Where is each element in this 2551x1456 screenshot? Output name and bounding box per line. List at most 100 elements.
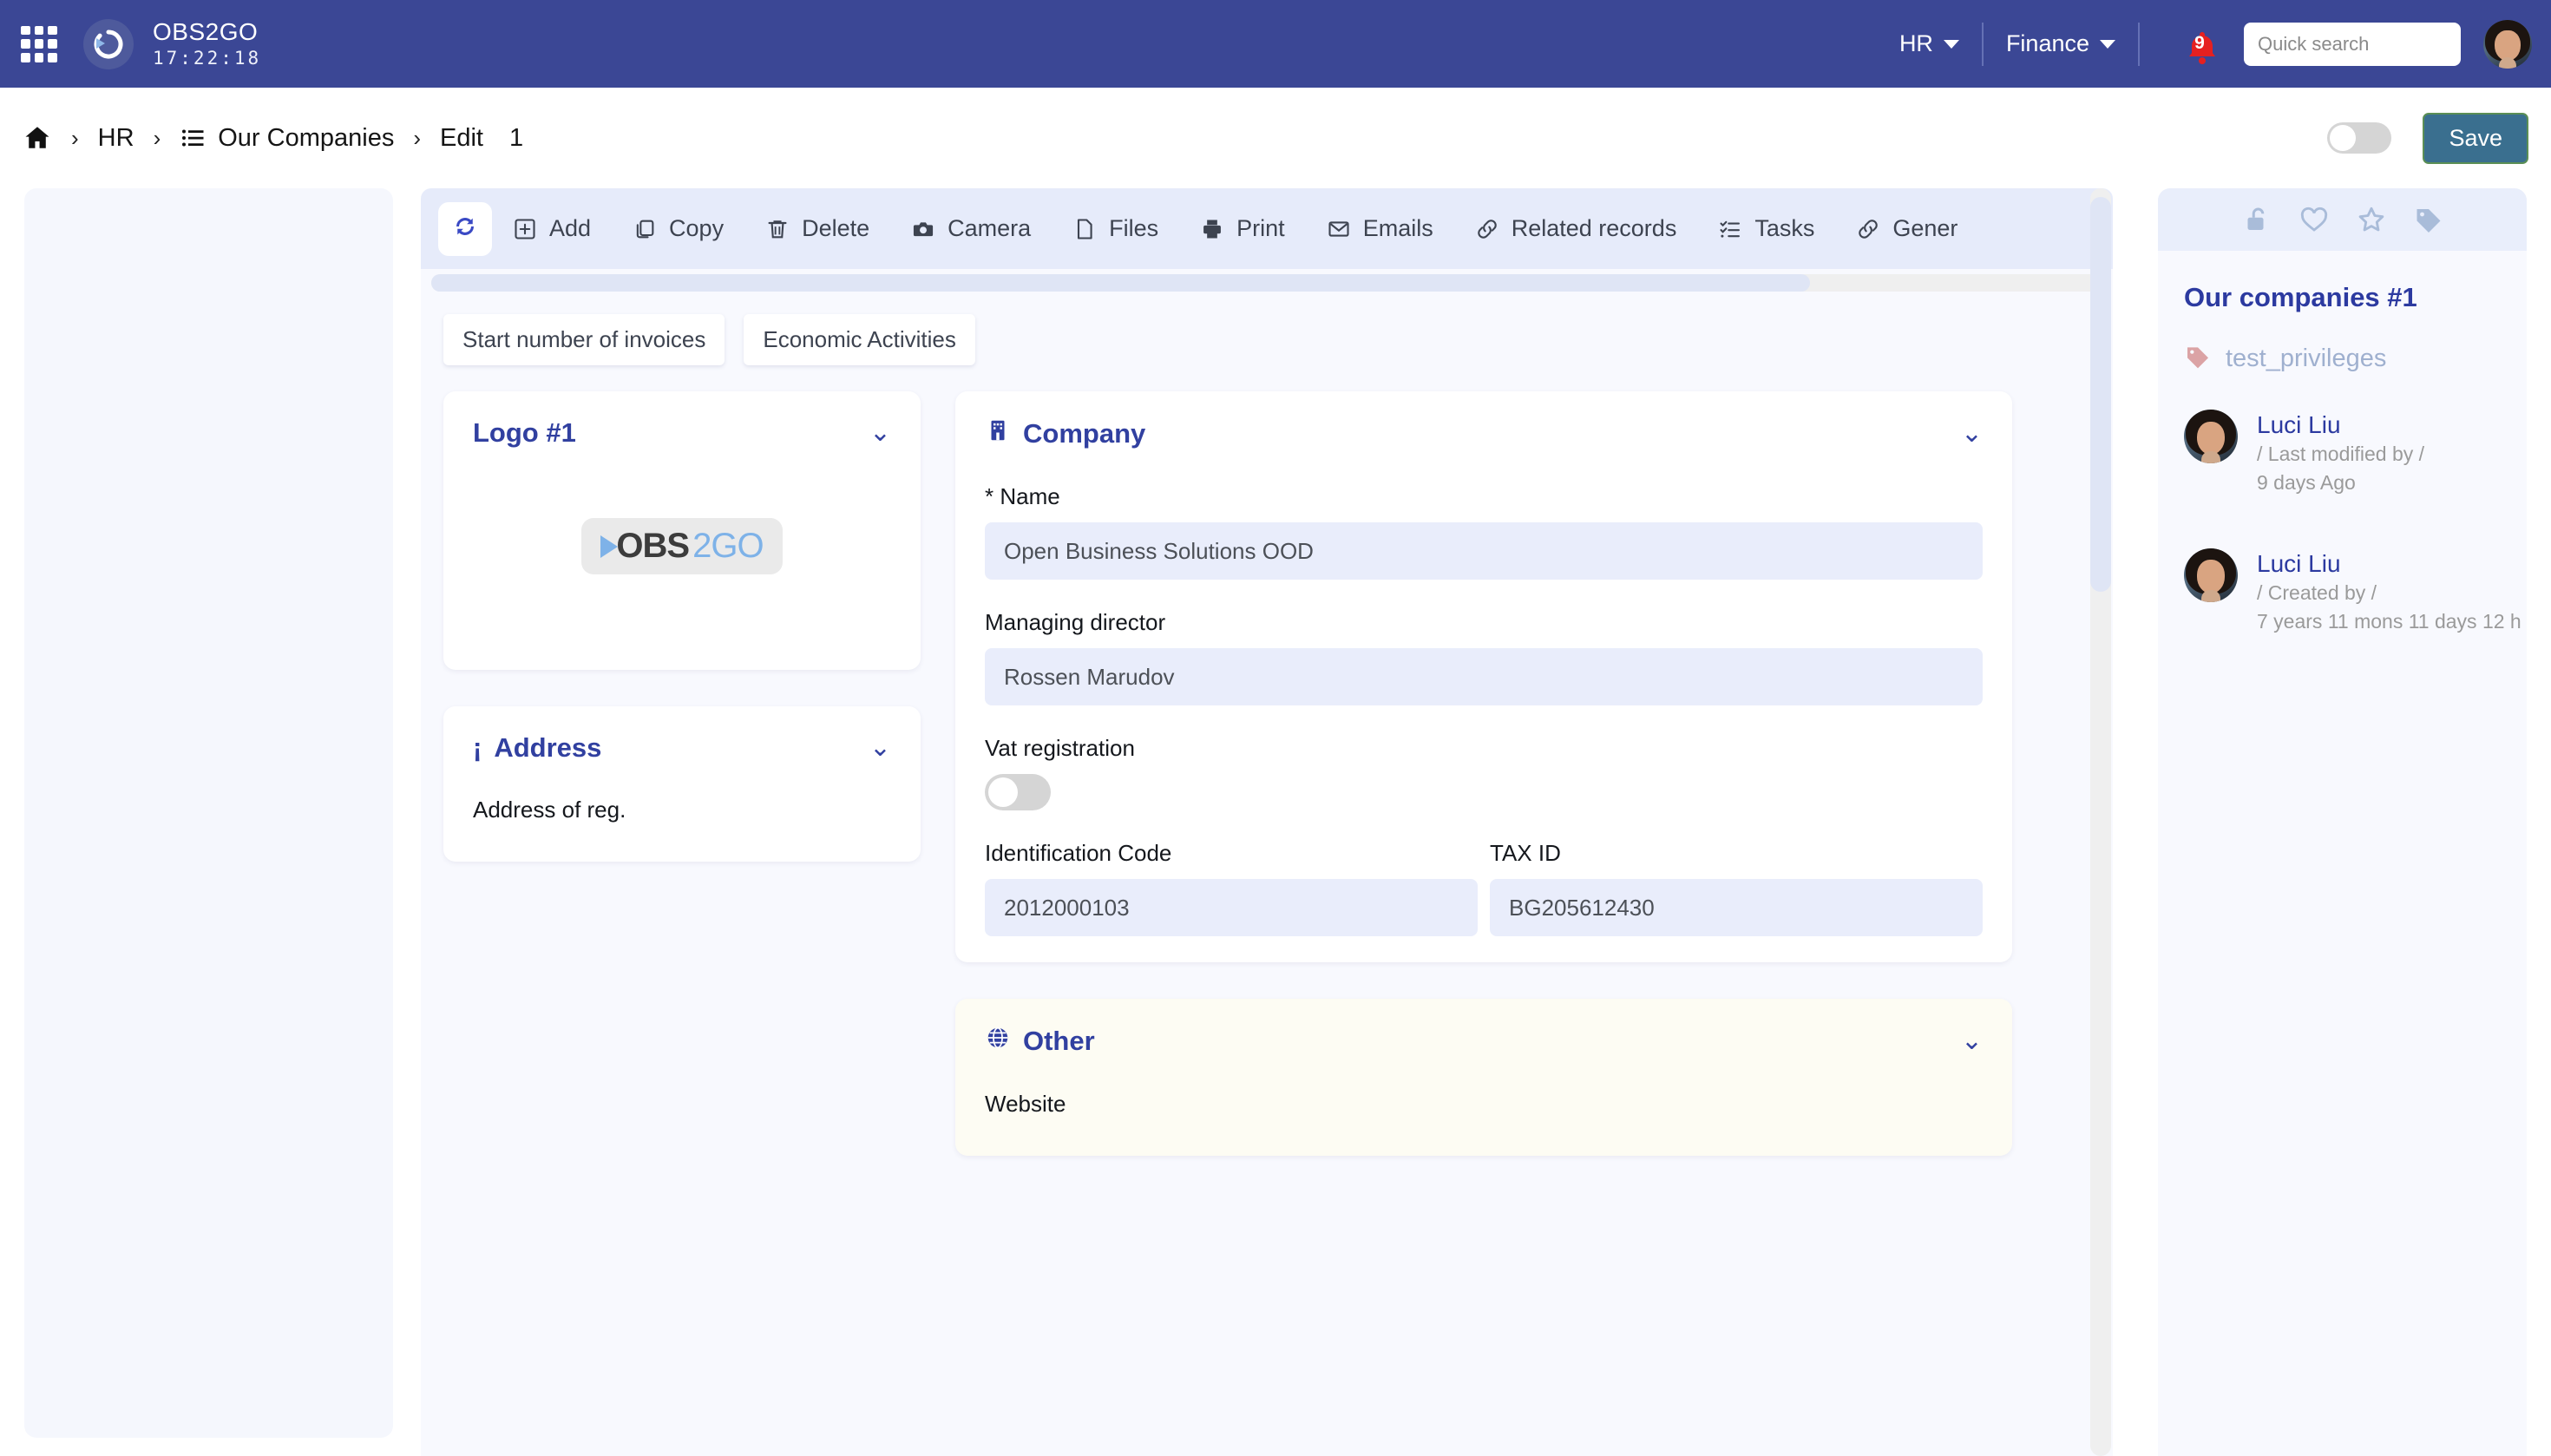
breadcrumb-item-our-companies[interactable]: Our Companies xyxy=(180,124,394,153)
search-input[interactable] xyxy=(2244,22,2461,66)
address-of-reg-label: Address of reg. xyxy=(473,797,626,823)
toolbar-emails-button[interactable]: Emails xyxy=(1306,215,1454,242)
chevron-down-icon[interactable]: ⌄ xyxy=(869,420,891,446)
home-icon xyxy=(25,127,49,148)
breadcrumb-bar: › HR › Our Companies › Edit 1 Save xyxy=(0,88,2551,188)
breadcrumb-item-edit: Edit xyxy=(440,124,483,153)
avatar-image xyxy=(2184,548,2238,602)
managing-director-field-input[interactable]: Rossen Marudov xyxy=(985,648,1983,705)
tax-id-input[interactable]: BG205612430 xyxy=(1490,879,1983,936)
horizontal-scrollbar-thumb[interactable] xyxy=(431,274,1810,292)
breadcrumb-separator: › xyxy=(153,124,161,151)
toolbar-related-records-button[interactable]: Related records xyxy=(1454,215,1698,242)
toolbar-tasks-button[interactable]: Tasks xyxy=(1697,215,1835,242)
nav-menu-hr-label: HR xyxy=(1898,30,1933,56)
tab-start-number-of-invoices[interactable]: Start number of invoices xyxy=(443,314,725,365)
notifications-button[interactable]: 9 xyxy=(2185,30,2215,64)
person-role: / Last modified by / xyxy=(2257,443,2425,465)
link-icon xyxy=(1856,217,1880,241)
person-role: / Created by / xyxy=(2257,580,2377,604)
breadcrumb-actions: Save xyxy=(2327,112,2528,164)
avatar-image xyxy=(2184,410,2238,463)
avatar-image xyxy=(2483,19,2532,69)
tag-icon[interactable] xyxy=(2413,204,2444,235)
logo-text-light: 2GO xyxy=(692,527,764,565)
toolbar-add-label: Add xyxy=(549,215,592,241)
toolbar-delete-button[interactable]: Delete xyxy=(744,215,890,242)
person-time: 9 days Ago xyxy=(2257,471,2356,495)
apps-grid-icon[interactable] xyxy=(19,24,59,64)
camera-icon xyxy=(911,217,935,241)
other-card-header: Other ⌄ xyxy=(985,1025,1983,1058)
building-icon xyxy=(985,417,1011,450)
vertical-scrollbar[interactable] xyxy=(2090,188,2111,1456)
task-list-icon xyxy=(1718,217,1742,241)
address-card-title: ¡ Address xyxy=(473,732,601,764)
record-id-label: 1 xyxy=(508,123,524,152)
company-card: Company ⌄ * Name Open Business Solutions… xyxy=(955,391,2012,962)
nav-menu-hr[interactable]: HR xyxy=(1877,30,1982,57)
header-divider xyxy=(2138,22,2140,66)
refresh-icon xyxy=(452,213,478,244)
toolbar-emails-label: Emails xyxy=(1362,215,1433,241)
managing-director-field-label: Managing director xyxy=(985,609,1166,635)
toolbar-related-records-label: Related records xyxy=(1511,215,1677,241)
breadcrumb-separator: › xyxy=(71,124,79,151)
toolbar-camera-button[interactable]: Camera xyxy=(890,215,1052,242)
star-icon[interactable] xyxy=(2356,204,2387,235)
chevron-down-icon[interactable]: ⌄ xyxy=(1961,1028,1983,1054)
chevron-down-icon[interactable]: ⌄ xyxy=(1961,421,1983,447)
right-card-column: Company ⌄ * Name Open Business Solutions… xyxy=(955,391,2012,1192)
envelope-icon xyxy=(1327,217,1351,241)
company-card-title-label: Company xyxy=(1023,418,1146,449)
obs2go-logo-icon[interactable] xyxy=(83,18,134,69)
breadcrumb-item-our-companies-label: Our Companies xyxy=(218,123,395,152)
horizontal-scrollbar[interactable] xyxy=(431,274,2102,292)
toolbar-files-button[interactable]: Files xyxy=(1052,215,1179,242)
breadcrumb-item-hr[interactable]: HR xyxy=(98,124,134,153)
refresh-button[interactable] xyxy=(438,201,492,256)
edit-mode-toggle[interactable] xyxy=(2327,122,2392,154)
tab-label: Start number of invoices xyxy=(462,326,706,352)
breadcrumb-home[interactable] xyxy=(23,123,52,153)
record-tag[interactable]: test_privileges xyxy=(2158,313,2527,375)
tab-economic-activities[interactable]: Economic Activities xyxy=(744,314,975,365)
toolbar-add-button[interactable]: Add xyxy=(492,215,612,242)
brand-block: OBS2GO 17:22:18 xyxy=(153,18,262,69)
heart-icon[interactable] xyxy=(2299,204,2330,235)
person-name[interactable]: Luci Liu xyxy=(2257,410,2424,440)
breadcrumb-item-hr-label: HR xyxy=(97,123,134,152)
toolbar-copy-label: Copy xyxy=(669,215,725,241)
identification-code-group: Identification Code 2012000103 xyxy=(985,810,1478,936)
nav-menu-finance[interactable]: Finance xyxy=(1984,30,2138,57)
toolbar-print-button[interactable]: Print xyxy=(1179,215,1306,242)
toolbar-general-button[interactable]: Gener xyxy=(1835,215,1978,242)
avatar[interactable] xyxy=(2184,548,2238,602)
brand-name: OBS2GO xyxy=(153,18,259,46)
avatar[interactable] xyxy=(2184,410,2238,463)
person-name[interactable]: Luci Liu xyxy=(2257,548,2521,579)
vertical-scrollbar-thumb[interactable] xyxy=(2090,197,2111,592)
breadcrumb-record-id: 1 xyxy=(509,124,523,153)
unlock-icon[interactable] xyxy=(2241,204,2272,235)
vat-registration-label: Vat registration xyxy=(985,735,1135,761)
vat-registration-toggle[interactable] xyxy=(985,774,1051,810)
record-panel-title: Our companies #1 xyxy=(2184,282,2417,312)
record-tag-label: test_privileges xyxy=(2226,344,2387,372)
logo-text-dark: OBS xyxy=(616,527,690,565)
avatar[interactable] xyxy=(2483,19,2532,69)
toolbar-copy-button[interactable]: Copy xyxy=(612,215,744,242)
globe-icon xyxy=(985,1025,1011,1058)
tax-id-group: TAX ID BG205612430 xyxy=(1490,810,1983,936)
save-button[interactable]: Save xyxy=(2423,112,2528,164)
file-icon xyxy=(1072,217,1097,241)
plus-square-icon xyxy=(513,217,537,241)
name-field-input[interactable]: Open Business Solutions OOD xyxy=(985,522,1983,580)
link-icon xyxy=(1475,217,1499,241)
tax-id-label: TAX ID xyxy=(1490,840,1561,866)
identification-code-input[interactable]: 2012000103 xyxy=(985,879,1478,936)
info-icon: ¡ xyxy=(473,732,482,763)
chevron-down-icon[interactable]: ⌄ xyxy=(869,735,891,761)
session-timer: 17:22:18 xyxy=(153,47,262,69)
left-sidebar-panel xyxy=(24,188,393,1438)
